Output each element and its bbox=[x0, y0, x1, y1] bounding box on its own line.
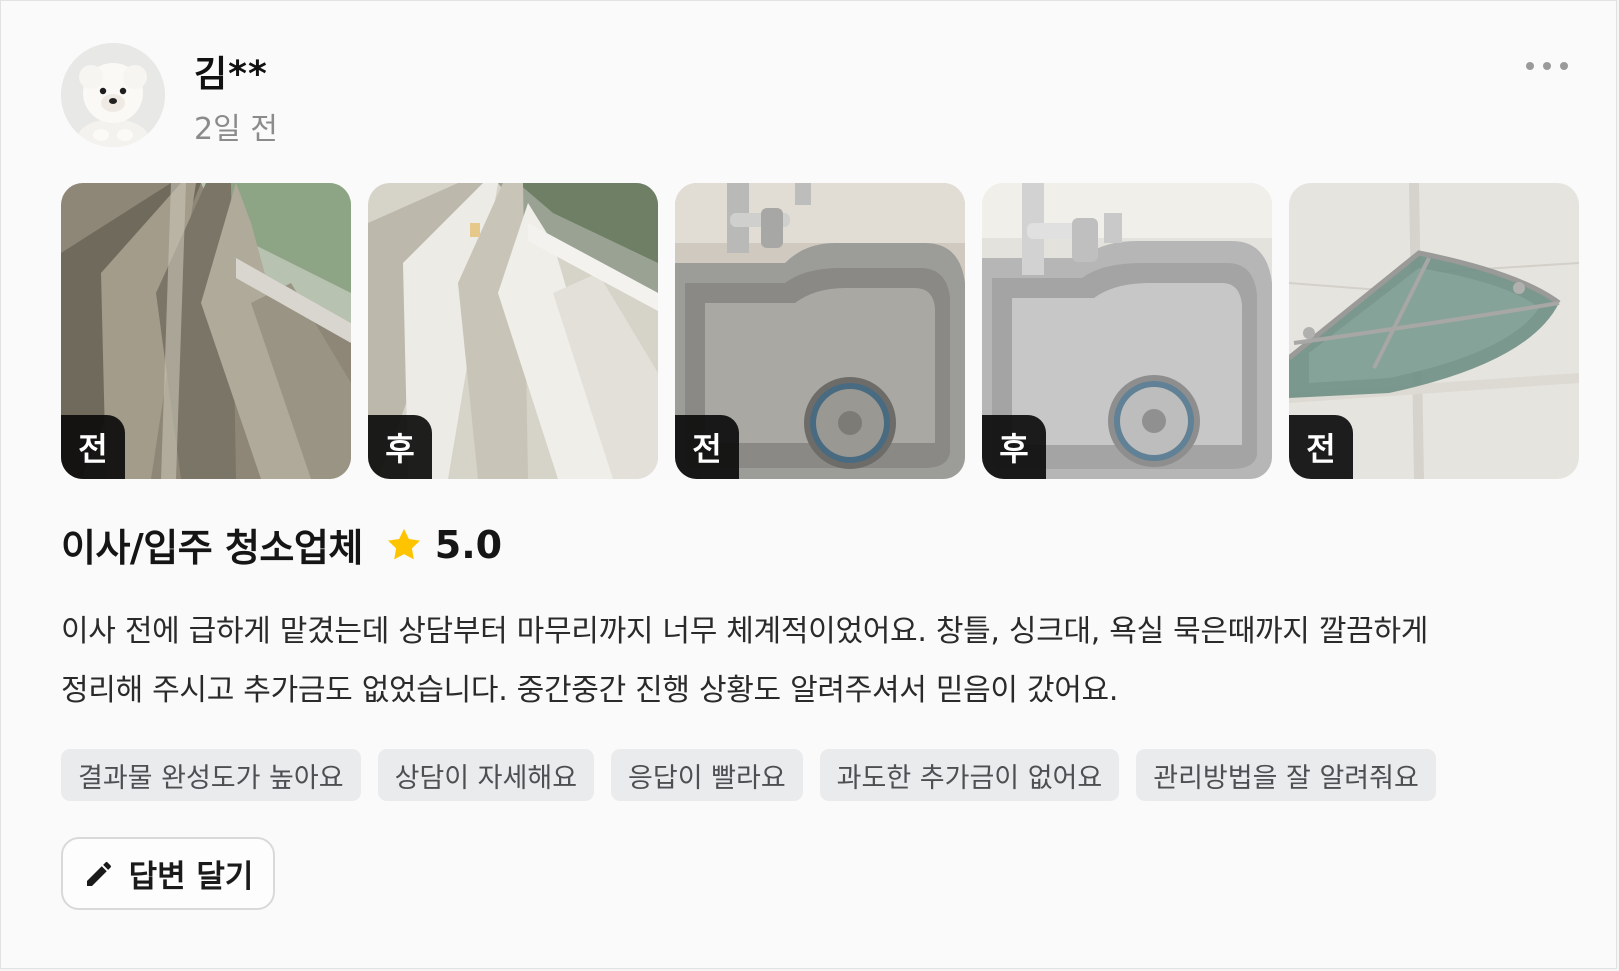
tag-chip: 과도한 추가금이 없어요 bbox=[819, 749, 1120, 801]
photo-thumbnail[interactable]: 후 bbox=[368, 183, 658, 479]
puppy-avatar-image bbox=[61, 43, 165, 147]
photo-gallery: 전 후 전 후 전 bbox=[61, 183, 1579, 479]
tag-chip: 관리방법을 잘 알려줘요 bbox=[1136, 749, 1436, 801]
service-title-row: 이사/입주 청소업체 5.0 bbox=[61, 517, 502, 572]
reply-button-label: 답변 달기 bbox=[128, 859, 254, 895]
review-text-line: 정리해 주시고 추가금도 없었습니다. 중간중간 진행 상황도 알려주셔서 믿음… bbox=[61, 673, 1119, 708]
photo-badge: 전 bbox=[675, 415, 739, 479]
avatar[interactable] bbox=[61, 43, 165, 147]
service-title: 이사/입주 청소업체 bbox=[61, 526, 363, 570]
photo-thumbnail[interactable]: 전 bbox=[675, 183, 965, 479]
tag-chip: 상담이 자세해요 bbox=[377, 749, 595, 801]
photo-thumbnail[interactable]: 전 bbox=[61, 183, 351, 479]
photo-badge: 후 bbox=[982, 415, 1046, 479]
photo-badge: 후 bbox=[368, 415, 432, 479]
review-text: 이사 전에 급하게 맡겼는데 상담부터 마무리까지 너무 체계적이었어요. 창틀… bbox=[61, 602, 1581, 720]
pencil-icon bbox=[86, 861, 111, 886]
review-date: 2일 전 bbox=[194, 112, 278, 147]
photo-badge: 전 bbox=[61, 415, 125, 479]
photo-thumbnail[interactable]: 후 bbox=[982, 183, 1272, 479]
reviewer-name: 김** bbox=[194, 54, 268, 95]
more-options-button[interactable] bbox=[1521, 51, 1573, 81]
tag-list: 결과물 완성도가 높아요 상담이 자세해요 응답이 빨라요 과도한 추가금이 없… bbox=[61, 749, 1436, 801]
review-text-line: 이사 전에 급하게 맡겼는데 상담부터 마무리까지 너무 체계적이었어요. 창틀… bbox=[61, 614, 1429, 649]
review-card: 김** 2일 전 전 후 전 후 전 이사/입주 청소업체 5.0 이사 전에 … bbox=[0, 0, 1617, 969]
tag-chip: 결과물 완성도가 높아요 bbox=[61, 749, 361, 801]
more-dots-icon bbox=[1526, 62, 1568, 70]
photo-badge: 전 bbox=[1289, 415, 1353, 479]
tag-chip: 응답이 빨라요 bbox=[611, 749, 803, 801]
photo-thumbnail[interactable]: 전 bbox=[1289, 183, 1579, 479]
reply-button[interactable]: 답변 달기 bbox=[61, 837, 275, 910]
star-icon bbox=[387, 528, 420, 559]
rating-value: 5.0 bbox=[434, 522, 503, 567]
